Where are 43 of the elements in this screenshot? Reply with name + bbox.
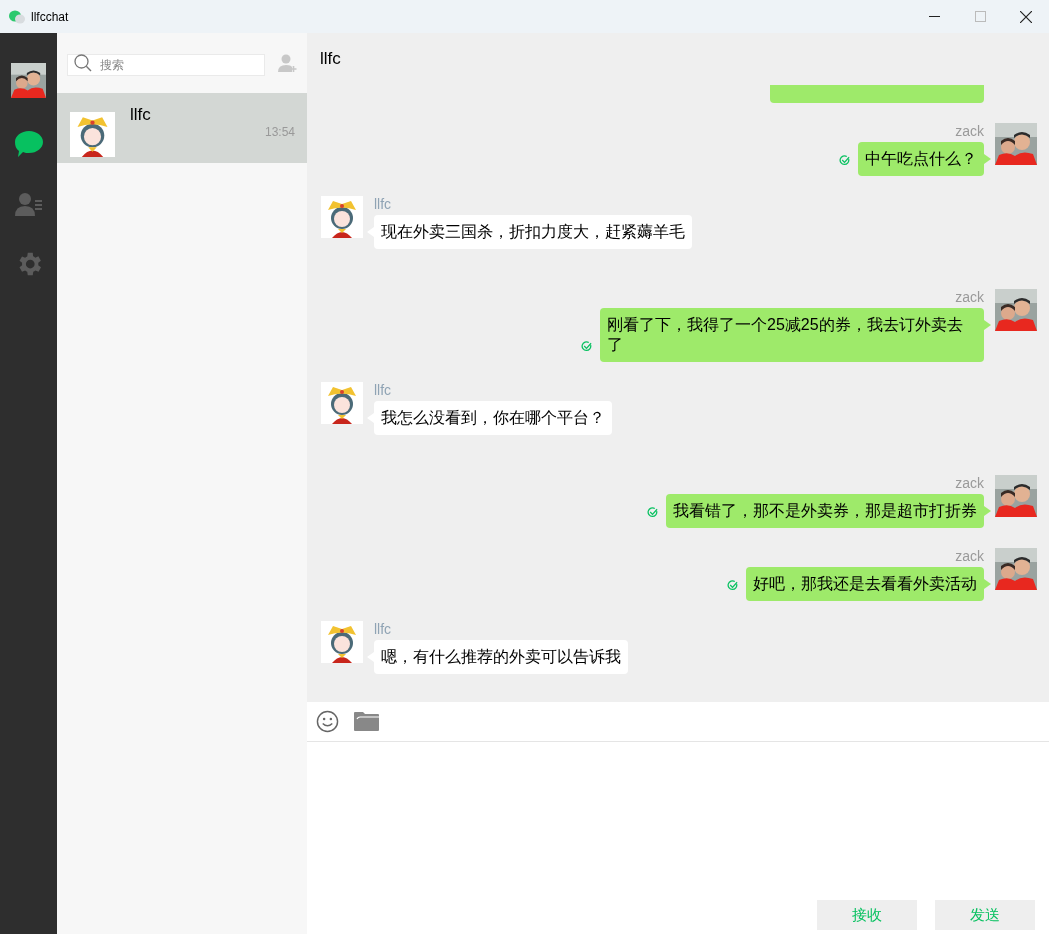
bubble-tail	[984, 579, 991, 589]
search-field[interactable]: 搜索	[67, 54, 265, 76]
chat-tab[interactable]	[13, 129, 44, 159]
add-friend-button[interactable]	[277, 53, 297, 73]
message-bubble: 我看错了，那不是外卖券，那是超市打折券	[666, 494, 984, 528]
delivered-check-icon	[727, 580, 738, 591]
add-person-icon	[277, 53, 297, 73]
bubble-tail	[984, 506, 991, 516]
bubble-tail	[984, 154, 991, 164]
delivered-check-icon	[581, 341, 592, 352]
sender-name: llfc	[374, 196, 392, 212]
sender-name: zack	[955, 123, 984, 139]
message-bubble: 中午吃点什么？	[858, 142, 984, 176]
speech-bubble-icon	[13, 130, 44, 158]
close-icon	[1020, 10, 1032, 23]
delivered-check-icon	[647, 507, 658, 518]
folder-icon	[352, 711, 380, 732]
sender-name: llfc	[374, 382, 392, 398]
message-bubble: 刚看了下，我得了一个25减25的券，我去订外卖去了	[600, 308, 984, 362]
message-bubble: 好吧，那我还是去看看外卖活动	[746, 567, 984, 601]
bubble-tail	[984, 320, 991, 330]
contacts-icon	[14, 192, 43, 216]
message-bubble: 嗯，有什么推荐的外卖可以告诉我	[374, 640, 628, 674]
maximize-icon	[974, 11, 986, 22]
message-time: 13:54	[264, 124, 295, 141]
send-button[interactable]: 发送	[935, 900, 1035, 930]
conversation-title: llfc	[320, 48, 341, 71]
sender-name: zack	[955, 475, 984, 491]
receive-button[interactable]: 接收	[817, 900, 917, 930]
sender-name: zack	[955, 289, 984, 305]
emoji-button[interactable]	[315, 709, 339, 734]
window-title: llfcchat	[31, 8, 69, 26]
smiley-icon	[315, 710, 339, 733]
sender-name: llfc	[374, 621, 392, 637]
message-bubble: 现在外卖三国杀，折扣力度大，赶紧薅羊毛	[374, 215, 692, 249]
chat-list-item[interactable]: llfc 13:54	[57, 93, 307, 163]
file-button[interactable]	[352, 709, 380, 734]
sender-name: zack	[955, 548, 984, 564]
search-icon	[74, 54, 92, 72]
delivered-check-icon	[839, 155, 850, 166]
message-bubble: 我怎么没看到，你在哪个平台？	[374, 401, 612, 435]
contact-name: llfc	[130, 105, 151, 125]
app-logo-icon	[9, 9, 25, 24]
